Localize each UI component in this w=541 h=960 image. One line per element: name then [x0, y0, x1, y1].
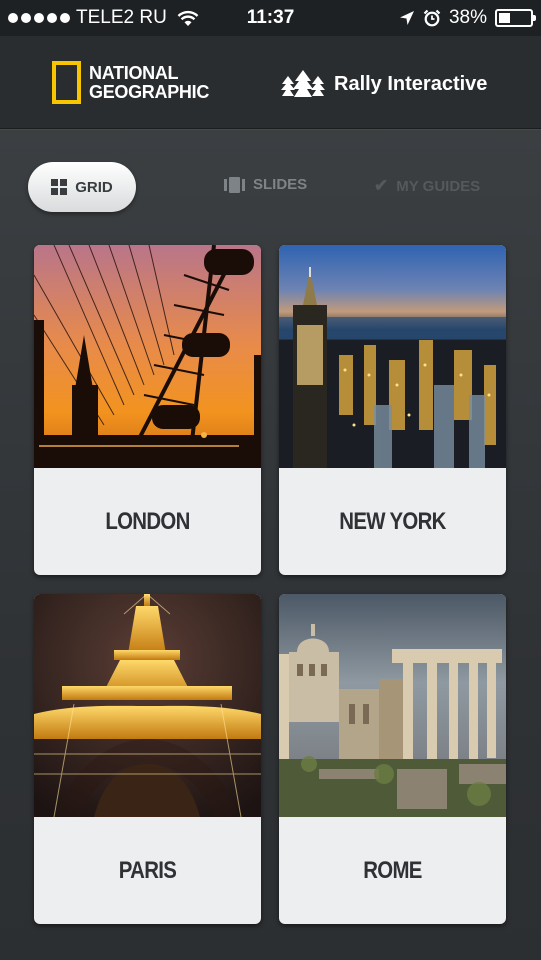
slides-label: SLIDES	[253, 176, 308, 193]
checkmark-icon: ✔	[374, 176, 389, 195]
app-header: NATIONAL GEOGRAPHIC Rally Interactive	[0, 36, 541, 129]
rome-image	[279, 594, 506, 817]
battery-icon	[495, 9, 536, 27]
location-arrow-icon	[399, 11, 414, 25]
city-name: ROME	[363, 856, 422, 884]
london-image	[34, 245, 261, 468]
city-card-new-york[interactable]: NEW YORK	[279, 245, 506, 575]
grid-icon	[51, 179, 68, 195]
city-name: PARIS	[118, 856, 177, 884]
alarm-clock-icon	[423, 9, 441, 27]
grid-label: GRID	[75, 178, 113, 196]
paris-image	[34, 594, 261, 817]
city-card-rome[interactable]: ROME	[279, 594, 506, 924]
national-geographic-wordmark: NATIONAL GEOGRAPHIC	[89, 62, 210, 102]
city-name: LONDON	[105, 507, 190, 535]
rally-interactive-wordmark: Rally Interactive	[334, 72, 488, 95]
city-card-paris[interactable]: PARIS	[34, 594, 261, 924]
city-card-london[interactable]: LONDON	[34, 245, 261, 575]
grid-view-button[interactable]: GRID	[28, 162, 136, 212]
battery-percent: 38%	[448, 7, 487, 28]
status-right: 38%	[399, 7, 536, 29]
rally-interactive-logo[interactable]: Rally Interactive	[280, 68, 487, 100]
slides-view-button[interactable]: SLIDES	[224, 176, 307, 193]
new-york-image	[279, 245, 506, 468]
my-guides-label: MY GUIDES	[396, 177, 481, 195]
city-name: NEW YORK	[339, 507, 446, 535]
yellow-frame-icon	[52, 61, 81, 104]
rally-trees-icon	[281, 70, 325, 97]
slides-icon	[224, 176, 245, 193]
status-bar: TELE2 RU 11:37 38%	[0, 0, 541, 36]
battery-level-fill	[499, 13, 510, 23]
national-geographic-logo[interactable]: NATIONAL GEOGRAPHIC	[52, 61, 209, 104]
my-guides-button[interactable]: ✔ MY GUIDES	[374, 176, 480, 196]
